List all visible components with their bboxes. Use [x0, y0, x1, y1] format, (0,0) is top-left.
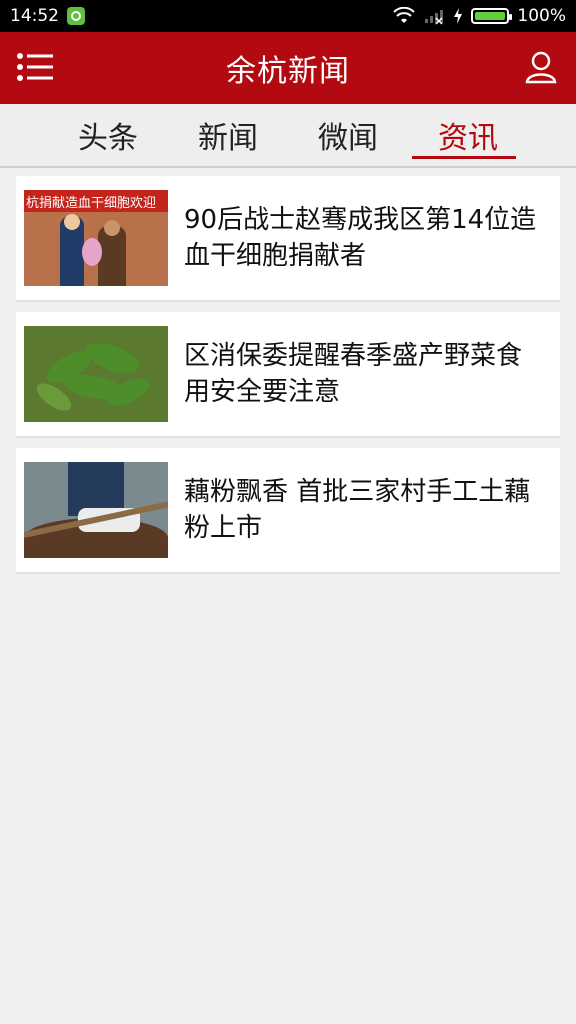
status-right: 100% — [393, 6, 566, 26]
tab-info[interactable]: 资讯 — [408, 103, 528, 167]
signal-icon — [425, 10, 444, 25]
charging-icon — [454, 8, 463, 24]
category-tabs: 头条 新闻 微闻 资讯 — [0, 104, 576, 168]
app-title: 余杭新闻 — [226, 54, 350, 89]
user-icon[interactable] — [524, 50, 558, 84]
news-thumbnail: 杭捐献造血干细胞欢迎 — [24, 190, 168, 286]
news-item[interactable]: 藕粉飘香 首批三家村手工土藕粉上市 — [16, 448, 560, 574]
tab-headlines[interactable]: 头条 — [48, 103, 168, 167]
news-item[interactable]: 杭捐献造血干细胞欢迎 90后战士赵骞成我区第14位造血干细胞捐献者 — [16, 176, 560, 302]
app-header: 余杭新闻 — [0, 32, 576, 104]
tab-news[interactable]: 新闻 — [168, 103, 288, 167]
battery-percent: 100% — [517, 6, 566, 26]
news-thumbnail — [24, 462, 168, 558]
news-item[interactable]: 区消保委提醒春季盛产野菜食用安全要注意 — [16, 312, 560, 438]
tab-micro-news[interactable]: 微闻 — [288, 103, 408, 167]
app-notification-icon — [67, 7, 85, 25]
wifi-icon — [393, 7, 416, 23]
battery-icon — [471, 8, 513, 24]
news-list: 杭捐献造血干细胞欢迎 90后战士赵骞成我区第14位造血干细胞捐献者 区消保委提醒… — [16, 176, 560, 584]
thumbnail-banner-text: 杭捐献造血干细胞欢迎 — [26, 196, 157, 211]
status-time: 14:52 — [10, 6, 59, 26]
menu-icon[interactable] — [16, 52, 54, 82]
news-thumbnail — [24, 326, 168, 422]
news-title: 藕粉飘香 首批三家村手工土藕粉上市 — [184, 477, 531, 543]
news-title: 区消保委提醒春季盛产野菜食用安全要注意 — [184, 341, 523, 407]
news-title: 90后战士赵骞成我区第14位造血干细胞捐献者 — [184, 205, 537, 271]
status-bar: 14:52 100% — [0, 0, 576, 32]
